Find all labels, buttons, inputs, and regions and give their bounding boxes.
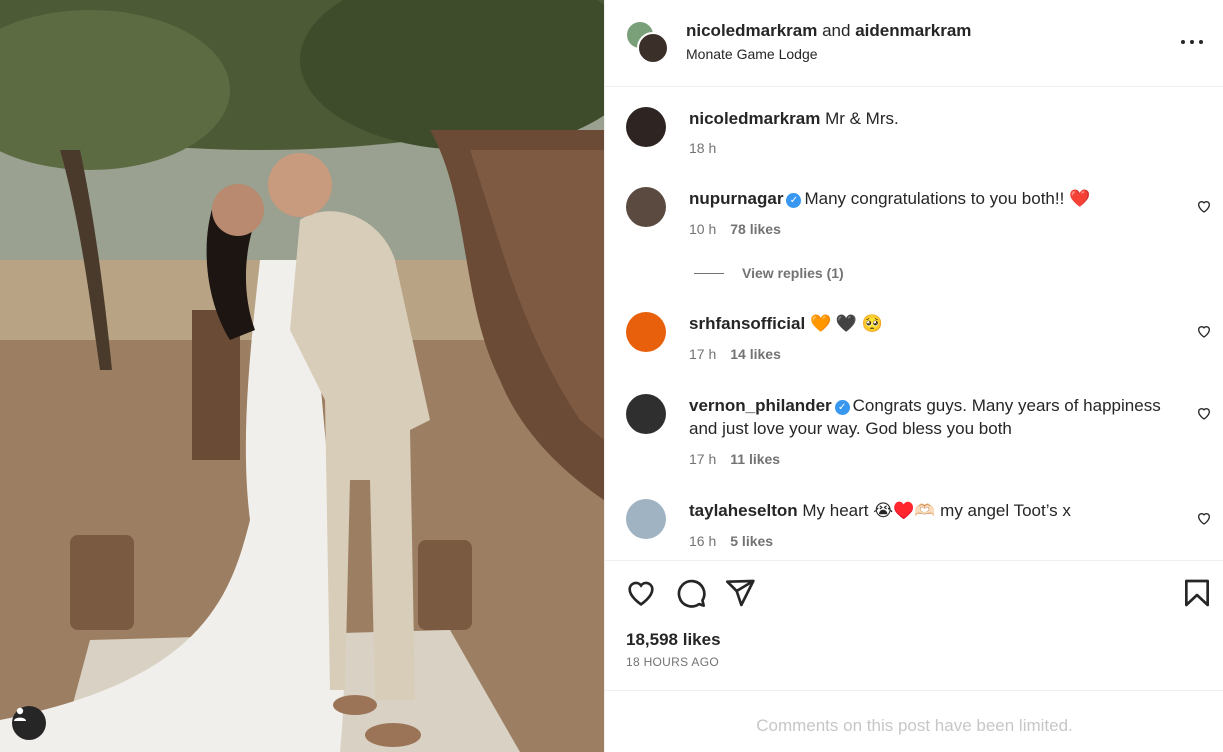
comment-text: My heart 😭♥️🫶🏻 my angel Toot’s x (802, 501, 1071, 520)
heart-icon[interactable] (625, 577, 657, 609)
avatar[interactable] (626, 187, 666, 227)
comment-likes[interactable]: 78 likes (730, 221, 781, 237)
avatar[interactable] (626, 107, 666, 147)
post-authors: nicoledmarkram and aidenmarkram (686, 21, 971, 41)
share-icon[interactable] (724, 577, 756, 609)
avatar[interactable] (626, 312, 666, 352)
avatar[interactable] (626, 499, 666, 539)
bookmark-icon[interactable] (1181, 577, 1213, 609)
avatar[interactable] (637, 32, 669, 64)
divider (694, 272, 724, 274)
collab-avatars[interactable] (625, 20, 669, 64)
comment-username[interactable]: srhfansofficial (689, 314, 805, 333)
comment-username[interactable]: taylaheselton (689, 501, 798, 520)
user-tag-button[interactable] (12, 706, 46, 740)
verified-icon: ✓ (786, 193, 802, 208)
post-header: nicoledmarkram and aidenmarkram Monate G… (605, 0, 1223, 87)
avatar[interactable] (626, 394, 666, 434)
comment-username[interactable]: nupurnagar (689, 189, 783, 208)
comment-time[interactable]: 18 h (689, 140, 716, 156)
heart-icon[interactable] (1196, 198, 1212, 214)
comment-text: Many congratulations to you both!! ❤️ (804, 189, 1091, 208)
and-label: and (822, 21, 851, 40)
view-replies-label: View replies (1) (742, 265, 844, 281)
heart-icon[interactable] (1196, 510, 1212, 526)
comment-time[interactable]: 10 h (689, 221, 716, 237)
post-actions: 18,598 likes 18 HOURS AGO (605, 560, 1223, 690)
likes-count[interactable]: 18,598 likes (626, 630, 721, 650)
comments-list[interactable]: nicoledmarkram Mr & Mrs. 18 h nupurnagar… (605, 88, 1223, 560)
user-tag-icon (14, 707, 26, 721)
post-details-panel: nicoledmarkram and aidenmarkram Monate G… (604, 0, 1223, 752)
verified-icon: ✓ (834, 400, 850, 415)
location-link[interactable]: Monate Game Lodge (686, 46, 818, 62)
heart-icon[interactable] (1196, 405, 1212, 421)
author-username-link[interactable]: aidenmarkram (855, 21, 971, 40)
comment-username[interactable]: vernon_philander (689, 396, 832, 415)
heart-icon[interactable] (1196, 323, 1212, 339)
comment-username[interactable]: nicoledmarkram (689, 109, 820, 128)
comment-icon[interactable] (675, 577, 707, 609)
comment-time[interactable]: 16 h (689, 533, 716, 549)
comment-text: 🧡 🖤 🥺 (809, 314, 883, 333)
more-options-icon[interactable] (1181, 32, 1203, 52)
wedding-photo-illustration (0, 0, 604, 752)
caption-text: Mr & Mrs. (825, 109, 899, 128)
view-replies-button[interactable]: View replies (1) (694, 265, 844, 281)
author-username-link[interactable]: nicoledmarkram (686, 21, 817, 40)
post-timestamp[interactable]: 18 HOURS AGO (626, 655, 719, 669)
comment-likes[interactable]: 5 likes (730, 533, 773, 549)
comments-limited-notice: Comments on this post have been limited. (605, 690, 1223, 752)
post-photo[interactable] (0, 0, 604, 752)
comment-likes[interactable]: 11 likes (730, 451, 780, 467)
comment-time[interactable]: 17 h (689, 451, 716, 467)
comment-likes[interactable]: 14 likes (730, 346, 781, 362)
comment-time[interactable]: 17 h (689, 346, 716, 362)
